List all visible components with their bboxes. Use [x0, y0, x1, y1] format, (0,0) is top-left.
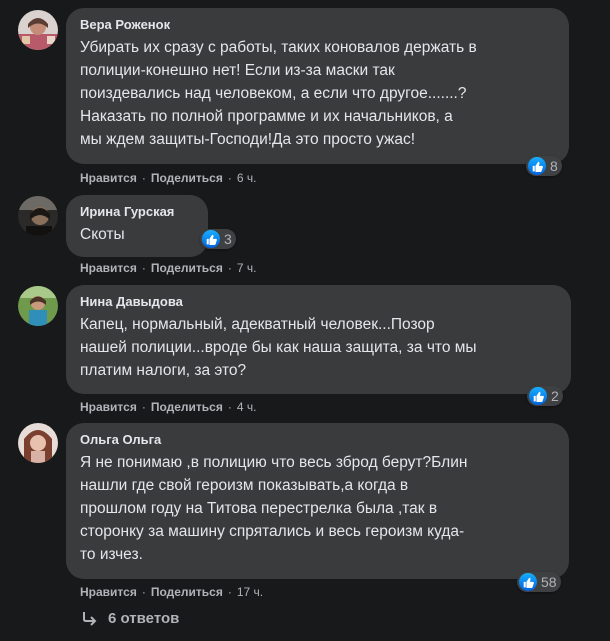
- separator-dot: ·: [227, 261, 232, 275]
- avatar[interactable]: [18, 286, 58, 326]
- reaction-summary[interactable]: 58: [517, 572, 561, 592]
- reaction-count: 3: [224, 231, 232, 247]
- share-button[interactable]: Поделиться: [151, 584, 223, 600]
- like-icon: [529, 387, 547, 405]
- comment-text: Я не понимаю ,в полицию что весь зброд б…: [80, 454, 468, 563]
- separator-dot: ·: [227, 171, 232, 185]
- separator-dot: ·: [141, 171, 146, 185]
- view-replies-button[interactable]: 6 ответов: [82, 610, 179, 627]
- comment-author[interactable]: Ольга Ольга: [80, 431, 557, 449]
- comment-bubble: Нина Давыдова Капец, нормальный, адекват…: [66, 285, 571, 394]
- comment-author[interactable]: Вера Роженок: [80, 16, 557, 34]
- separator-dot: ·: [227, 585, 232, 599]
- comment-text: Убирать их сразу с работы, таких коновал…: [80, 39, 477, 148]
- comment-actions: Нравится · Поделиться · 7 ч.: [80, 260, 256, 276]
- separator-dot: ·: [141, 400, 146, 414]
- like-button[interactable]: Нравится: [80, 260, 137, 276]
- separator-dot: ·: [227, 400, 232, 414]
- comment-bubble: Вера Роженок Убирать их сразу с работы, …: [66, 8, 569, 164]
- share-button[interactable]: Поделиться: [151, 260, 223, 276]
- comment-text: Скоты: [80, 226, 125, 243]
- like-button[interactable]: Нравится: [80, 584, 137, 600]
- comment-actions: Нравится · Поделиться · 4 ч.: [80, 399, 256, 415]
- like-button[interactable]: Нравится: [80, 399, 137, 415]
- comment-timestamp[interactable]: 17 ч.: [237, 584, 263, 600]
- comment-author[interactable]: Ирина Гурская: [80, 203, 196, 221]
- reaction-summary[interactable]: 8: [526, 156, 562, 176]
- reaction-count: 58: [541, 574, 557, 590]
- comment-timestamp[interactable]: 6 ч.: [237, 170, 257, 186]
- comment-actions: Нравится · Поделиться · 17 ч.: [80, 584, 263, 600]
- share-button[interactable]: Поделиться: [151, 399, 223, 415]
- like-button[interactable]: Нравится: [80, 170, 137, 186]
- comment-author[interactable]: Нина Давыдова: [80, 293, 559, 311]
- separator-dot: ·: [141, 261, 146, 275]
- like-icon: [519, 573, 537, 591]
- share-button[interactable]: Поделиться: [151, 170, 223, 186]
- comment-timestamp[interactable]: 4 ч.: [237, 399, 257, 415]
- avatar[interactable]: [18, 10, 58, 50]
- reaction-summary[interactable]: 3: [200, 229, 236, 249]
- comment-timestamp[interactable]: 7 ч.: [237, 260, 257, 276]
- reaction-summary[interactable]: 2: [527, 386, 563, 406]
- separator-dot: ·: [141, 585, 146, 599]
- reaction-count: 8: [550, 158, 558, 174]
- reaction-count: 2: [551, 388, 559, 404]
- comment-bubble: Ирина Гурская Скоты: [66, 195, 208, 257]
- comment-text: Капец, нормальный, адекватный человек...…: [80, 316, 477, 379]
- like-icon: [528, 157, 546, 175]
- avatar[interactable]: [18, 423, 58, 463]
- comment-actions: Нравится · Поделиться · 6 ч.: [80, 170, 256, 186]
- avatar[interactable]: [18, 196, 58, 236]
- reply-arrow-icon: [83, 611, 97, 626]
- replies-count: 6 ответов: [108, 610, 180, 627]
- comment-bubble: Ольга Ольга Я не понимаю ,в полицию что …: [66, 423, 569, 579]
- like-icon: [202, 230, 220, 248]
